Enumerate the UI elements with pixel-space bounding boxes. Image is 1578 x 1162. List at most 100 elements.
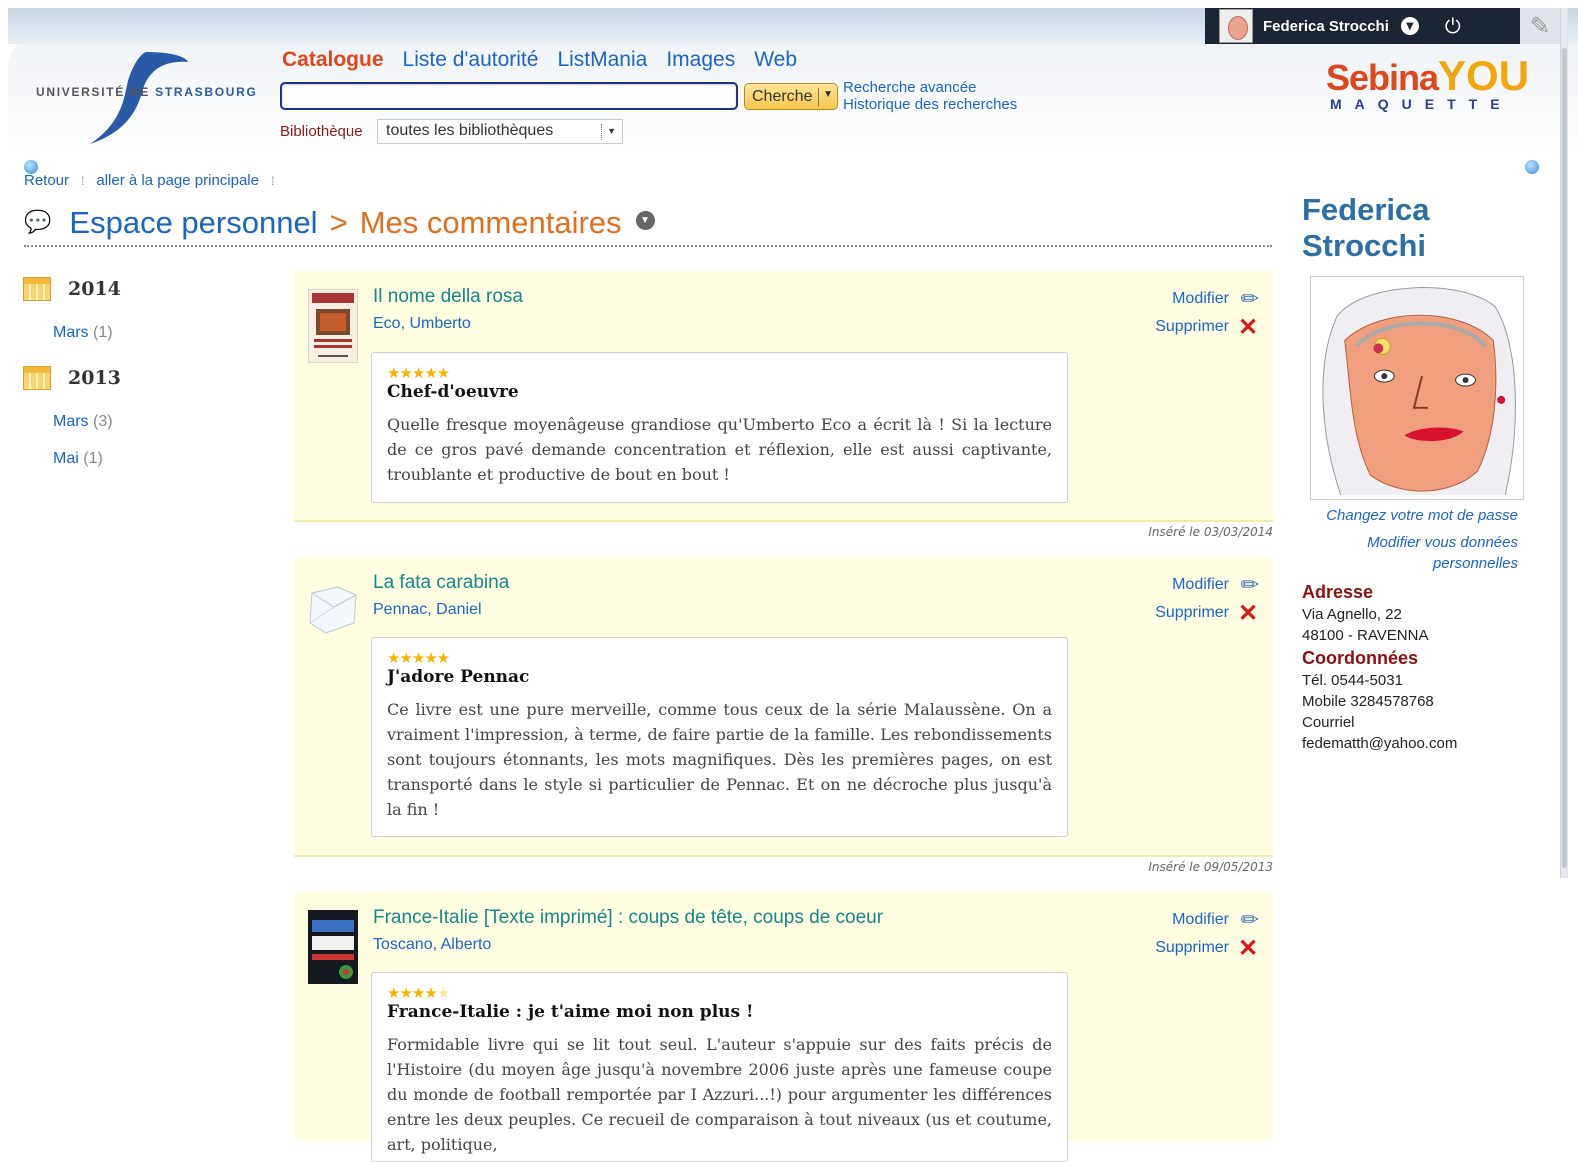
delete-comment-button[interactable]: Supprimer ✕ xyxy=(1155,934,1259,962)
address-line: Via Agnello, 22 xyxy=(1302,606,1402,623)
edit-comment-button[interactable]: Modifier ✏ xyxy=(1155,571,1259,599)
book-author-link[interactable]: Pennac, Daniel xyxy=(373,601,482,619)
review-box: ★★★★★ Chef-d'oeuvre Quelle fresque moyen… xyxy=(371,352,1068,503)
entry-actions: Modifier ✏ Supprimer ✕ xyxy=(1155,906,1259,962)
book-title-link[interactable]: Il nome della rosa xyxy=(373,286,523,308)
delete-x-icon: ✕ xyxy=(1237,599,1259,627)
pencil-icon: ✏ xyxy=(1240,286,1259,311)
rating-stars-icon: ★★★★★ xyxy=(387,364,450,382)
archive-month-name: Mars xyxy=(53,324,89,341)
pencil-icon: ✏ xyxy=(1240,572,1259,597)
search-options-chevron-icon[interactable]: ▼ xyxy=(823,89,833,100)
address-heading: Adresse xyxy=(1302,582,1374,602)
pencil-icon: ✏ xyxy=(1240,907,1259,932)
book-cover-placeholder-icon[interactable] xyxy=(308,575,358,649)
search-links: Recherche avancée Historique des recherc… xyxy=(843,79,1017,113)
contacts-heading: Coordonnées xyxy=(1302,648,1419,668)
address-city: 48100 - RAVENNA xyxy=(1302,627,1429,644)
insertion-date: Inséré le 09/05/2013 xyxy=(1148,860,1273,874)
mobile-number: Mobile 3284578768 xyxy=(1302,693,1434,710)
archive-month-count: (1) xyxy=(83,450,103,467)
delete-label: Supprimer xyxy=(1155,604,1229,621)
archive-month-name: Mai xyxy=(53,450,79,467)
archive-year[interactable]: 2014 xyxy=(68,278,121,300)
rating-stars-icon: ★★★★★ xyxy=(387,985,1052,1001)
email-label: Courriel xyxy=(1302,714,1355,731)
back-link[interactable]: Retour xyxy=(24,172,69,189)
brand-subtitle: MAQUETTE xyxy=(1330,96,1513,112)
university-highlight: STRASBOURG xyxy=(155,85,258,99)
section-menu-chevron-icon[interactable]: ▼ xyxy=(635,211,655,230)
comment-entry: France-Italie [Texte imprimé] : coups de… xyxy=(294,892,1273,1162)
breadcrumb: Retour ⁞ aller à la page principale ⁞ xyxy=(24,172,286,189)
book-title-link[interactable]: La fata carabina xyxy=(373,572,509,594)
edit-label: Modifier xyxy=(1172,576,1229,593)
search-button-label: Cherche xyxy=(752,87,813,105)
library-select-divider xyxy=(601,124,602,140)
calendar-icon xyxy=(23,366,51,390)
speech-bubble-icon: 💬 xyxy=(24,209,52,234)
profile-avatar[interactable] xyxy=(1310,276,1524,500)
empty-star: ★ xyxy=(436,984,450,1002)
archive-year[interactable]: 2013 xyxy=(68,367,121,389)
library-chevron-down-icon[interactable]: ▼ xyxy=(607,126,616,136)
archive-month[interactable]: Mars (3) xyxy=(53,413,113,431)
sebina-you-logo: SebinaYOU xyxy=(1326,52,1529,100)
archive-month[interactable]: Mars (1) xyxy=(53,324,113,342)
library-label: Bibliothèque xyxy=(280,123,363,140)
home-link[interactable]: aller à la page principale xyxy=(96,172,259,189)
review-title: Chef-d'oeuvre xyxy=(387,382,519,402)
profile-links: Changez votre mot de passe Modifier vous… xyxy=(1302,505,1518,580)
review-title: J'adore Pennac xyxy=(387,667,530,687)
search-button-divider xyxy=(818,88,819,106)
phone-number: Tél. 0544-5031 xyxy=(1302,672,1403,689)
scrollbar[interactable] xyxy=(1560,8,1568,878)
profile-name: Federica Strocchi xyxy=(1302,192,1542,264)
entry-actions: Modifier ✏ Supprimer ✕ xyxy=(1155,285,1259,341)
profile-last-name: Strocchi xyxy=(1302,228,1427,263)
change-password-link[interactable]: Changez votre mot de passe xyxy=(1302,505,1518,526)
edit-comment-button[interactable]: Modifier ✏ xyxy=(1155,906,1259,934)
insertion-date: Inséré le 03/03/2014 xyxy=(1148,525,1273,539)
book-author-link[interactable]: Toscano, Alberto xyxy=(373,936,491,954)
delete-comment-button[interactable]: Supprimer ✕ xyxy=(1155,599,1259,627)
library-select[interactable]: toutes les bibliothèques ▼ xyxy=(377,119,623,144)
tab-authority-list[interactable]: Liste d'autorité xyxy=(403,48,539,72)
modify-personal-data-link[interactable]: Modifier vous données personnelles xyxy=(1302,532,1518,574)
edit-pencil-icon[interactable]: ✎ xyxy=(1520,8,1560,44)
delete-x-icon: ✕ xyxy=(1237,934,1259,962)
user-menu-chevron-icon[interactable]: ▼ xyxy=(1400,17,1419,35)
edit-label: Modifier xyxy=(1172,911,1229,928)
profile-first-name: Federica xyxy=(1302,192,1430,227)
tab-listmania[interactable]: ListMania xyxy=(557,48,647,72)
search-history-link[interactable]: Historique des recherches xyxy=(843,96,1017,113)
book-cover-thumbnail[interactable] xyxy=(308,910,358,984)
edit-comment-button[interactable]: Modifier ✏ xyxy=(1155,285,1259,313)
advanced-search-link[interactable]: Recherche avancée xyxy=(843,79,1017,96)
page-title: 💬 Espace personnel > Mes commentaires ▼ xyxy=(24,205,1272,247)
archive-month[interactable]: Mai (1) xyxy=(53,450,103,468)
tab-catalogue[interactable]: Catalogue xyxy=(282,48,384,72)
page-title-space[interactable]: Espace personnel xyxy=(69,205,317,241)
university-logo-text: UNIVERSITÉ DE STRASBOURG xyxy=(36,85,258,99)
user-avatar[interactable] xyxy=(1219,9,1253,43)
delete-label: Supprimer xyxy=(1155,318,1229,335)
book-title-link[interactable]: France-Italie [Texte imprimé] : coups de… xyxy=(373,907,883,929)
brand-sebina: Sebina xyxy=(1326,57,1439,98)
delete-comment-button[interactable]: Supprimer ✕ xyxy=(1155,313,1259,341)
breadcrumb-separator: ⁞ xyxy=(270,173,275,188)
archive-month-count: (1) xyxy=(93,324,113,341)
expand-panel-icon[interactable] xyxy=(1525,160,1539,174)
filled-stars: ★★★★ xyxy=(387,984,438,1002)
logout-power-icon[interactable]: ⏻ xyxy=(1445,16,1461,36)
tab-images[interactable]: Images xyxy=(666,48,735,72)
user-bar: Federica Strocchi ▼ ⏻ xyxy=(1205,8,1520,44)
book-author-link[interactable]: Eco, Umberto xyxy=(373,315,471,333)
archive-month-name: Mars xyxy=(53,413,89,430)
user-name[interactable]: Federica Strocchi xyxy=(1263,18,1389,35)
book-cover-thumbnail[interactable] xyxy=(308,289,358,363)
tab-web[interactable]: Web xyxy=(754,48,797,72)
delete-x-icon: ✕ xyxy=(1237,313,1259,341)
search-button[interactable]: Cherche ▼ xyxy=(744,83,838,110)
search-input[interactable] xyxy=(280,82,738,110)
